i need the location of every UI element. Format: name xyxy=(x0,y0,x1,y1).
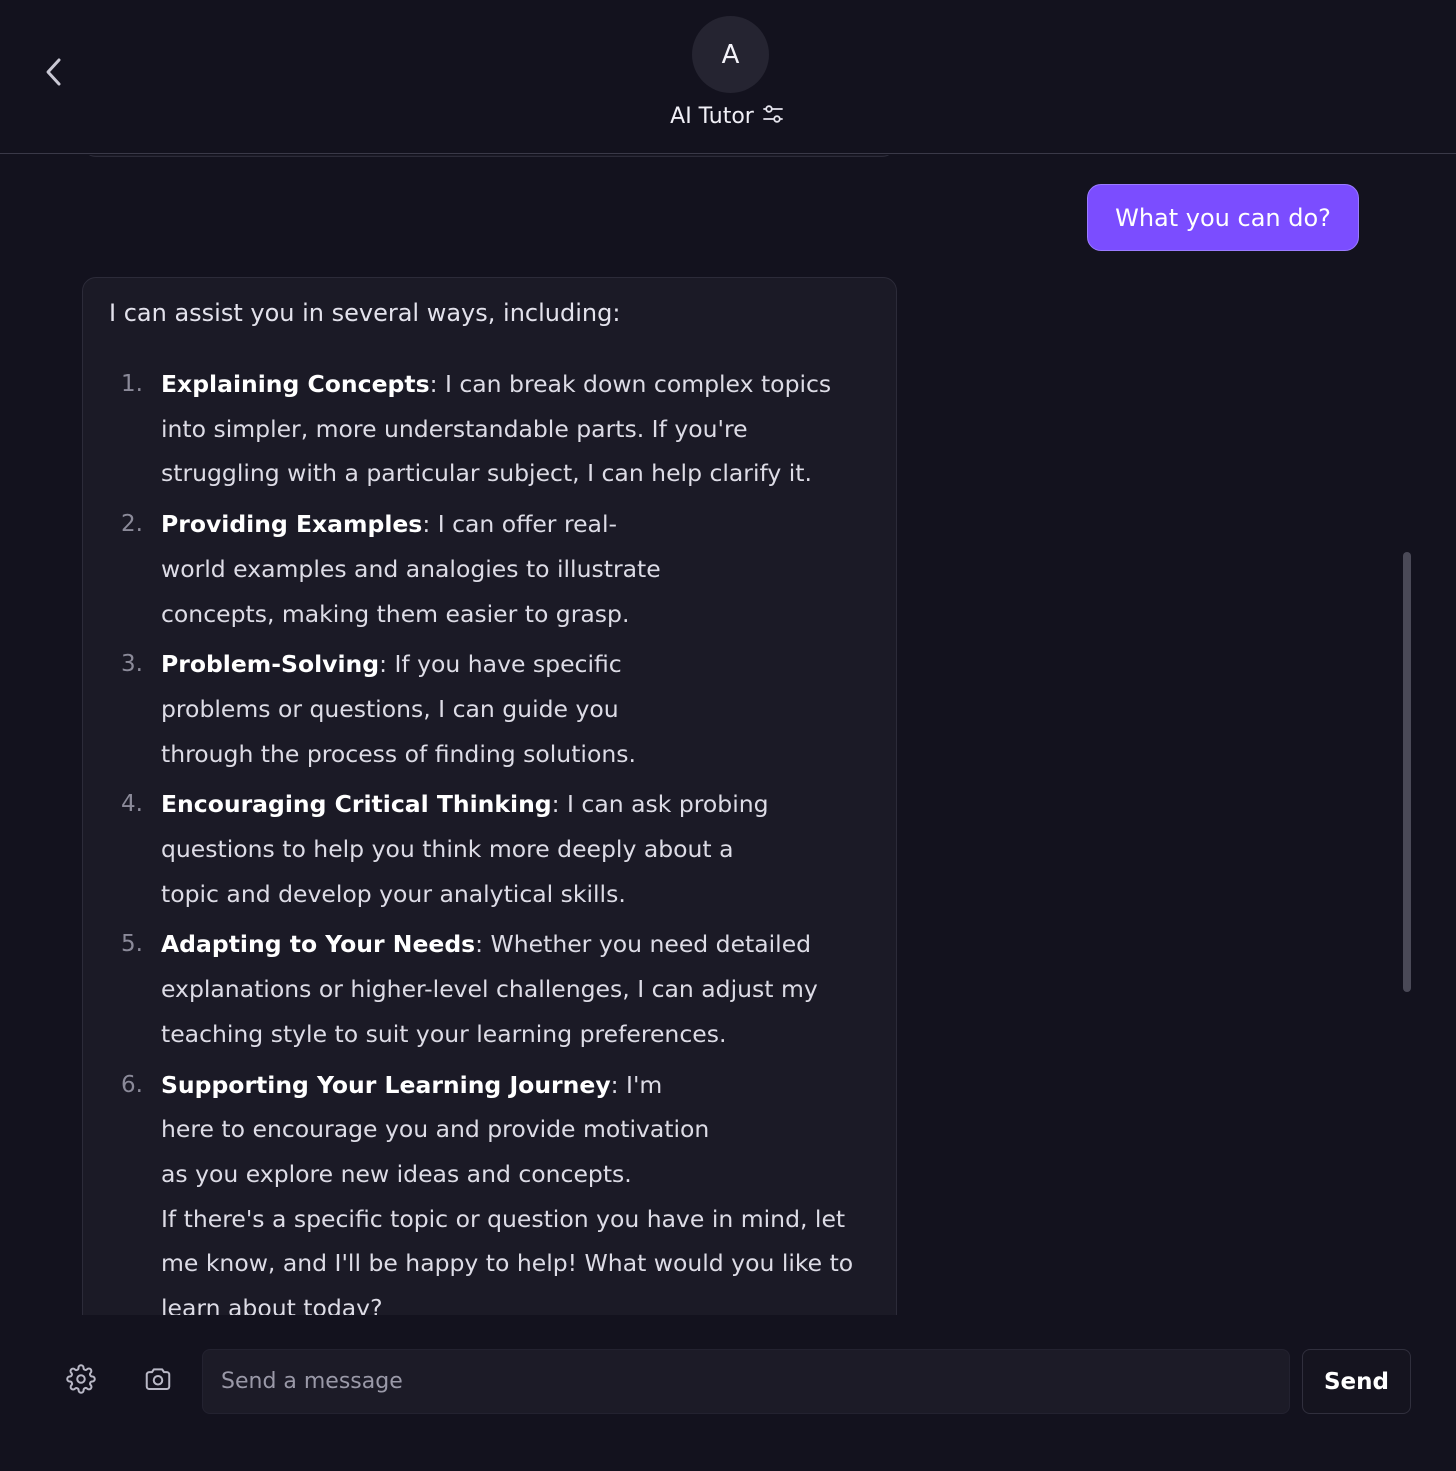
list-number: 3. xyxy=(121,651,143,678)
tutor-settings-button[interactable] xyxy=(760,103,786,129)
page-title: AI Tutor xyxy=(670,103,754,129)
settings-button[interactable] xyxy=(59,1359,103,1403)
chevron-left-icon xyxy=(44,56,64,92)
list-number: 1. xyxy=(121,371,143,397)
previous-message-bubble xyxy=(82,155,896,157)
chat-app: A AI Tutor What you can do? I can assist… xyxy=(0,0,1456,1471)
list-item-body: Supporting Your Learning Journey: I'm he… xyxy=(161,1063,721,1197)
list-item-title: Supporting Your Learning Journey xyxy=(161,1070,611,1099)
list-item: 3. Problem-Solving: If you have specific… xyxy=(109,642,870,776)
user-message-bubble: What you can do? xyxy=(1087,184,1359,251)
assistant-intro: I can assist you in several ways, includ… xyxy=(109,299,621,327)
assistant-message-bubble: I can assist you in several ways, includ… xyxy=(82,277,897,1315)
send-button[interactable]: Send xyxy=(1302,1349,1411,1414)
sliders-icon xyxy=(762,103,784,129)
list-item: 2. Providing Examples: I can offer real-… xyxy=(109,502,870,636)
back-button[interactable] xyxy=(34,52,74,96)
list-number: 6. xyxy=(121,1071,143,1098)
list-number: 2. xyxy=(121,511,143,538)
list-item: 4. Encouraging Critical Thinking: I can … xyxy=(109,782,870,916)
capabilities-list: 1. Explaining Concepts: I can break down… xyxy=(109,362,870,1315)
list-item: 5. Adapting to Your Needs: Whether you n… xyxy=(109,922,870,1056)
list-item-title: Providing Examples xyxy=(161,510,423,539)
camera-icon xyxy=(142,1364,174,1398)
list-item-body: Adapting to Your Needs: Whether you need… xyxy=(161,922,821,1056)
list-item-title: Problem-Solving xyxy=(161,650,380,679)
assistant-closing: If there's a specific topic or question … xyxy=(161,1204,854,1315)
chat-scrollbar[interactable] xyxy=(1403,552,1411,992)
list-item: 1. Explaining Concepts: I can break down… xyxy=(109,362,870,496)
title-row: AI Tutor xyxy=(0,100,1456,132)
list-item-title: Encouraging Critical Thinking xyxy=(161,790,552,819)
gear-icon xyxy=(66,1364,96,1398)
list-number: 4. xyxy=(121,791,143,818)
composer: Send xyxy=(0,1315,1456,1471)
list-item-body: Problem-Solving: If you have specific pr… xyxy=(161,642,671,776)
camera-button[interactable] xyxy=(136,1359,180,1403)
header: A AI Tutor xyxy=(0,0,1456,154)
chat-area[interactable]: What you can do? I can assist you in sev… xyxy=(0,155,1456,1315)
message-input[interactable] xyxy=(202,1349,1290,1414)
list-item-title: Adapting to Your Needs xyxy=(161,930,476,959)
list-item: 6. Supporting Your Learning Journey: I'm… xyxy=(109,1063,870,1197)
list-number: 5. xyxy=(121,931,143,958)
list-item-body: Encouraging Critical Thinking: I can ask… xyxy=(161,782,781,916)
list-item-title: Explaining Concepts xyxy=(161,370,430,398)
list-item-body: Providing Examples: I can offer real-wor… xyxy=(161,502,681,636)
avatar[interactable]: A xyxy=(692,16,769,93)
list-item-body: Explaining Concepts: I can break down co… xyxy=(161,362,861,496)
